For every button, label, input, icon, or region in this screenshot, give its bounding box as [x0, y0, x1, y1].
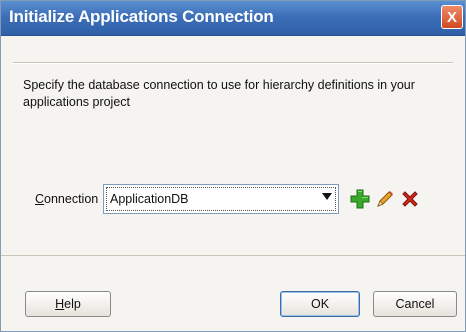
connection-dropdown[interactable]: ApplicationDB: [103, 184, 339, 214]
connection-label-rest: onnection: [44, 192, 99, 206]
dialog-title: Initialize Applications Connection: [9, 7, 274, 26]
close-icon: X: [446, 8, 457, 26]
help-button[interactable]: Help: [25, 291, 111, 317]
connection-selected-value: ApplicationDB: [110, 192, 189, 206]
connection-label: Connection: [35, 192, 98, 206]
dialog-window: Initialize Applications Connection X Spe…: [0, 0, 466, 332]
plus-icon: [350, 189, 370, 209]
header-separator: [13, 62, 453, 64]
help-label-rest: elp: [64, 297, 81, 311]
pencil-icon: [377, 191, 393, 207]
edit-connection-button[interactable]: [373, 187, 397, 211]
ok-button[interactable]: OK: [280, 291, 360, 317]
x-icon: [402, 191, 418, 207]
help-mnemonic: H: [55, 297, 65, 311]
cancel-button[interactable]: Cancel: [373, 291, 457, 317]
delete-connection-button[interactable]: [398, 187, 422, 211]
title-bar[interactable]: Initialize Applications Connection X: [1, 1, 465, 36]
close-button[interactable]: X: [441, 5, 463, 29]
add-connection-button[interactable]: [348, 187, 372, 211]
footer-separator: [1, 255, 465, 256]
dialog-description: Specify the database connection to use f…: [23, 78, 415, 109]
connection-label-mnemonic: C: [35, 192, 45, 206]
dropdown-arrow-icon[interactable]: [322, 193, 332, 200]
